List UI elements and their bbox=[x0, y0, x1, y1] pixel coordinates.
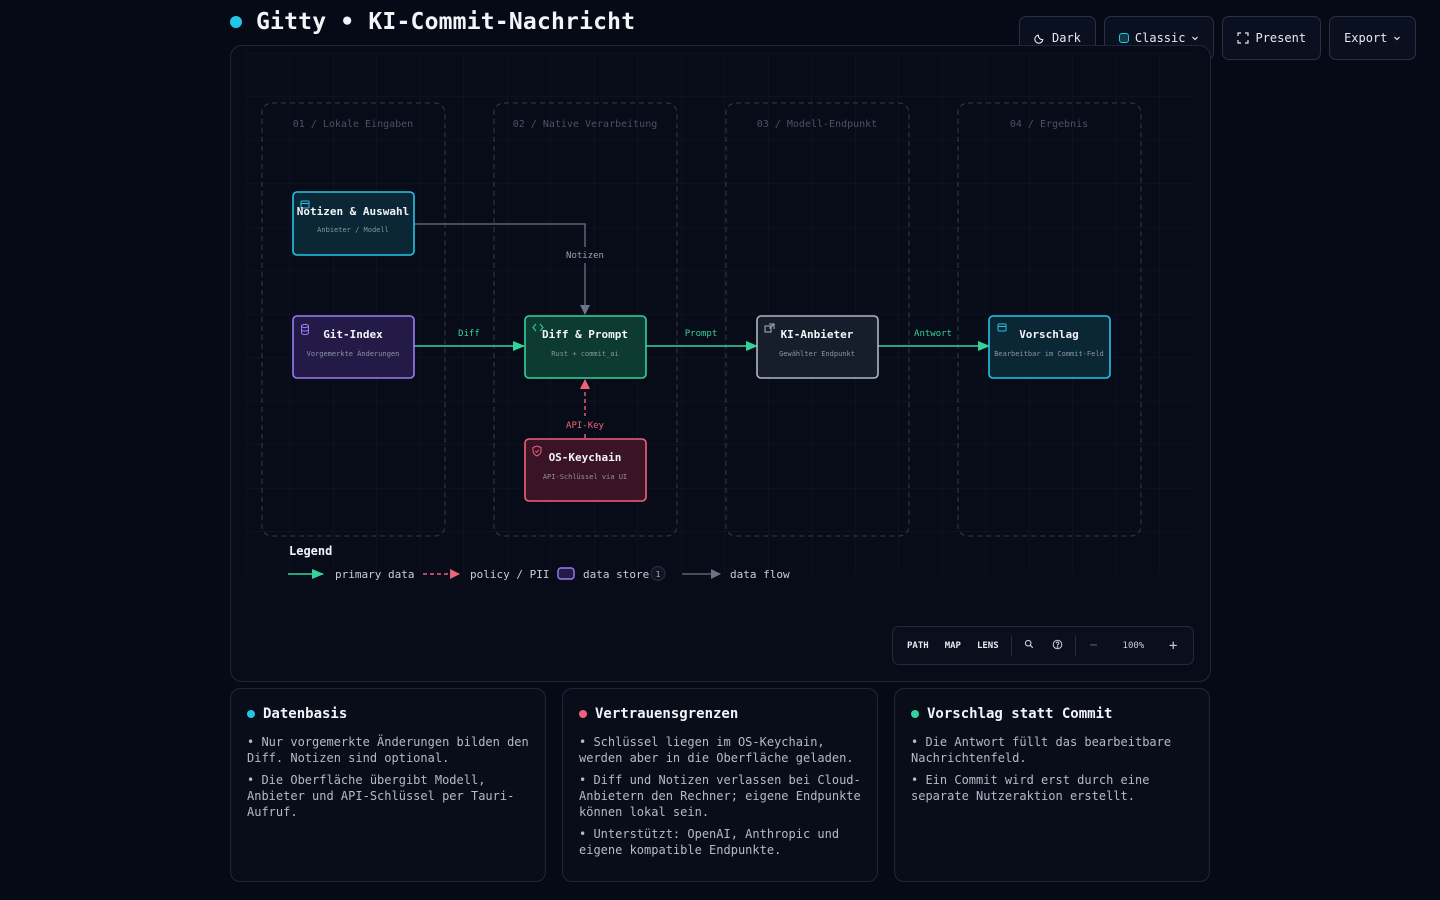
page-header: Gitty • KI-Commit-Nachricht bbox=[230, 6, 635, 38]
edge-label: Notizen bbox=[566, 251, 604, 261]
export-dropdown[interactable]: Export bbox=[1329, 16, 1417, 60]
store-swatch-icon bbox=[557, 567, 575, 580]
diagram-controls: PATH MAP LENS − 100% + bbox=[892, 626, 1194, 665]
legend-label: primary data bbox=[335, 568, 414, 581]
legend-label: policy / PII bbox=[470, 568, 549, 581]
legend-label: data store bbox=[583, 568, 649, 581]
edge-label: Diff bbox=[458, 329, 480, 339]
card-header: Datenbasis bbox=[247, 706, 529, 722]
node-subtitle: Rust + commit_ai bbox=[551, 350, 618, 358]
chevron-down-icon bbox=[1393, 34, 1401, 42]
node-subtitle: Bearbeitbar im Commit-Feld bbox=[994, 350, 1104, 358]
list-item: • Die Antwort füllt das bearbeitbare Nac… bbox=[911, 735, 1172, 765]
export-label: Export bbox=[1344, 31, 1388, 45]
lane-label: 02 / Native Verarbeitung bbox=[513, 119, 658, 130]
node-title: Git-Index bbox=[323, 328, 383, 341]
map-button[interactable]: MAP bbox=[937, 633, 969, 659]
path-button[interactable]: PATH bbox=[899, 633, 937, 659]
card-suggestion: Vorschlag statt Commit • Die Antwort fül… bbox=[894, 688, 1210, 882]
node-title: Vorschlag bbox=[1019, 328, 1079, 341]
node-subtitle: API-Schlüssel via UI bbox=[543, 473, 627, 481]
card-data-basis: Datenbasis • Nur vorgemerkte Änderungen … bbox=[230, 688, 546, 882]
zoom-out-button[interactable]: − bbox=[1080, 633, 1108, 659]
node-title: Diff & Prompt bbox=[542, 328, 628, 341]
card-trust-boundaries: Vertrauensgrenzen • Schlüssel liegen im … bbox=[562, 688, 878, 882]
card-title: Vertrauensgrenzen bbox=[595, 706, 739, 722]
edge-label: Antwort bbox=[914, 329, 952, 339]
status-dot bbox=[230, 16, 242, 28]
legend-title: Legend bbox=[289, 544, 332, 558]
search-button[interactable] bbox=[1016, 633, 1044, 659]
page-title: Gitty • KI-Commit-Nachricht bbox=[256, 9, 636, 35]
node-subtitle: Anbieter / Modell bbox=[317, 226, 389, 234]
list-item: • Schlüssel liegen im OS-Keychain, werde… bbox=[579, 735, 854, 765]
card-header: Vertrauensgrenzen bbox=[579, 706, 861, 722]
search-icon bbox=[1024, 639, 1034, 652]
card-title: Vorschlag statt Commit bbox=[927, 706, 1113, 722]
list-item: • Nur vorgemerkte Änderungen bilden den … bbox=[247, 735, 529, 765]
card-list: • Schlüssel liegen im OS-Keychain, werde… bbox=[579, 734, 861, 858]
present-label: Present bbox=[1255, 31, 1307, 45]
card-list: • Nur vorgemerkte Änderungen bilden den … bbox=[247, 734, 529, 820]
list-item: • Diff und Notizen verlassen bei Cloud-A… bbox=[579, 773, 861, 819]
list-item: • Unterstützt: OpenAI, Anthropic und eig… bbox=[579, 827, 840, 857]
card-dot bbox=[247, 710, 255, 718]
zoom-in-button[interactable]: + bbox=[1159, 633, 1187, 659]
node-subtitle: Gewählter Endpunkt bbox=[779, 350, 855, 358]
list-item: • Ein Commit wird erst durch eine separa… bbox=[911, 773, 1150, 803]
zoom-level: 100% bbox=[1122, 640, 1145, 651]
node-git-index[interactable]: Git-Index Vorgemerkte Änderungen bbox=[292, 315, 415, 379]
divider bbox=[1074, 635, 1076, 656]
card-header: Vorschlag statt Commit bbox=[911, 706, 1193, 722]
diagram-svg: 01 / Lokale Eingaben 02 / Native Verarbe… bbox=[246, 53, 1196, 581]
edge-label: API-Key bbox=[566, 421, 605, 431]
node-title: KI-Anbieter bbox=[781, 328, 854, 341]
list-item: • Die Oberfläche übergibt Modell, Anbiet… bbox=[247, 773, 515, 819]
store-count: 1 bbox=[656, 570, 661, 579]
lane-label: 04 / Ergebnis bbox=[1010, 119, 1088, 130]
lane-label: 03 / Modell-Endpunkt bbox=[757, 119, 877, 130]
node-title: Notizen & Auswahl bbox=[297, 205, 410, 218]
card-dot bbox=[911, 710, 919, 718]
chevron-down-icon bbox=[1191, 34, 1199, 42]
fullscreen-icon bbox=[1237, 32, 1250, 44]
node-subtitle: Vorgemerkte Änderungen bbox=[307, 349, 400, 358]
node-notes-selection[interactable]: Notizen & Auswahl Anbieter / Modell bbox=[292, 191, 415, 256]
card-title: Datenbasis bbox=[263, 706, 348, 722]
diagram-canvas[interactable]: 01 / Lokale Eingaben 02 / Native Verarbe… bbox=[230, 45, 1211, 682]
help-button[interactable] bbox=[1043, 633, 1071, 659]
card-dot bbox=[579, 710, 587, 718]
legend-item-store: data store 1 bbox=[557, 566, 666, 581]
edge-label: Prompt bbox=[685, 329, 718, 339]
style-label: Classic bbox=[1134, 31, 1186, 45]
lens-button[interactable]: LENS bbox=[969, 633, 1007, 659]
lane-label: 01 / Lokale Eingaben bbox=[293, 119, 413, 130]
divider bbox=[1010, 635, 1012, 656]
node-title: OS-Keychain bbox=[549, 451, 622, 464]
node-os-keychain[interactable]: OS-Keychain API-Schlüssel via UI bbox=[524, 438, 647, 502]
present-button[interactable]: Present bbox=[1222, 16, 1322, 60]
theme-label: Dark bbox=[1052, 31, 1081, 45]
card-list: • Die Antwort füllt das bearbeitbare Nac… bbox=[911, 734, 1193, 804]
moon-icon bbox=[1034, 32, 1046, 44]
grid-background bbox=[246, 53, 1196, 573]
color-swatch-icon bbox=[1118, 33, 1129, 43]
node-diff-prompt[interactable]: Diff & Prompt Rust + commit_ai bbox=[524, 315, 647, 379]
legend-label: data flow bbox=[730, 568, 790, 581]
node-suggestion[interactable]: Vorschlag Bearbeitbar im Commit-Feld bbox=[988, 315, 1111, 379]
help-icon bbox=[1052, 639, 1063, 653]
node-ai-provider[interactable]: KI-Anbieter Gewählter Endpunkt bbox=[756, 315, 879, 379]
